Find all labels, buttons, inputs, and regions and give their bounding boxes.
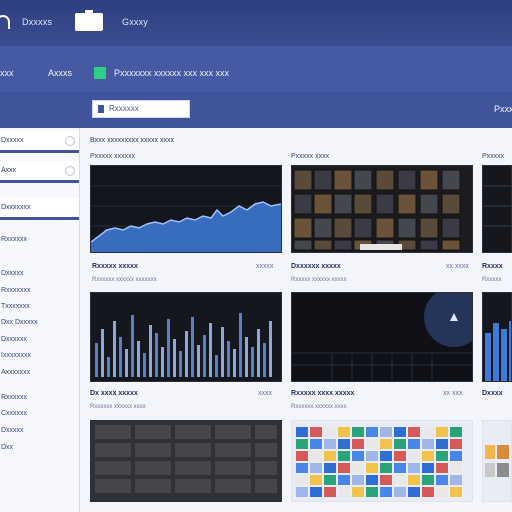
card-meta: xx xxx — [443, 390, 463, 397]
card-meta: xxxx — [258, 390, 272, 397]
heatmap-partial — [483, 421, 511, 501]
table-thumbnail — [91, 421, 281, 501]
chart-panel-bars[interactable] — [90, 292, 282, 382]
partial-thumbnail — [483, 166, 511, 252]
search-field[interactable]: Rxxxxxx — [92, 100, 190, 118]
sidebar-link[interactable]: Rxxxxxx — [1, 394, 27, 401]
sidebar-item-1[interactable]: Dxxxxx — [0, 131, 79, 153]
app-header: Dxxxxs Gxxxy — [0, 0, 512, 46]
card-title: Rxxxx — [482, 263, 503, 270]
heatmap-thumbnail — [292, 421, 472, 501]
card-label: Pxxxxx xxxxxx — [90, 153, 136, 160]
card-title: Rxxxxx xxxx xxxxx — [291, 390, 355, 397]
navigation-bar: xxx Axxxs Pxxxxxxx xxxxxx xxx xxx xxx — [0, 46, 512, 92]
card-subtitle: Rxxxxxx xxxxxx xxxx — [90, 404, 146, 410]
sidebar-link[interactable]: Rxxxxxx — [1, 236, 27, 243]
sidebar-item-3[interactable]: Dxxxxxxx — [0, 198, 79, 220]
card-title: Dxxxx — [482, 390, 503, 397]
status-square-icon — [94, 67, 106, 79]
toolbar — [0, 92, 512, 128]
header-nav-item-1[interactable]: Dxxxxs — [22, 17, 52, 27]
card-title: Dxxxxxx xxxxx — [291, 263, 341, 270]
chart-panel-grid[interactable] — [291, 165, 473, 253]
sidebar-item-label: Dxxxxx — [1, 137, 24, 144]
section-header: Bxxx xxxxxxxxx xxxxx xxxx — [90, 137, 175, 144]
sidebar-link[interactable]: Ixxxxxxxx — [1, 352, 31, 359]
chart-panel-partial-bars[interactable] — [482, 292, 512, 382]
card-subtitle: Rxxxxxx xxxxxx xxxx — [291, 404, 347, 410]
sidebar-item-label: Axxx — [1, 167, 17, 174]
grid-thumbnail — [292, 166, 472, 252]
radio-toggle[interactable] — [65, 166, 75, 176]
bar-chart — [91, 293, 281, 381]
sidebar-link[interactable]: Dxxxxx — [1, 270, 24, 277]
card-subtitle: Rxxxxx — [482, 277, 502, 283]
card-title: Dx xxxx xxxxx — [90, 390, 138, 397]
chart-panel-partial[interactable] — [482, 165, 512, 253]
radio-toggle[interactable] — [65, 136, 75, 146]
card-label: Pxxxxx xxxx — [291, 153, 330, 160]
sidebar-link[interactable]: Axxxxxxx — [1, 369, 30, 376]
area-chart — [91, 166, 281, 252]
sidebar-item-label: Dxxxxxxx — [1, 204, 31, 211]
toolbar-right-label[interactable]: Pxxx — [494, 104, 512, 114]
nav-item-label[interactable]: Axxxs — [48, 68, 72, 78]
library-icon[interactable] — [75, 10, 103, 31]
sidebar-link[interactable]: Dxx Dxxxxx — [1, 319, 38, 326]
card-subtitle: Rxxxxxx xxxxxx xxxxxxx — [92, 277, 157, 283]
heatmap-panel-partial[interactable] — [482, 420, 512, 502]
card-meta: xxxxx — [256, 263, 274, 270]
app-logo-icon[interactable] — [0, 15, 10, 29]
chart-panel-dark[interactable] — [291, 292, 473, 382]
sidebar-link[interactable]: Dxxxxx — [1, 427, 24, 434]
header-nav-item-2[interactable]: Gxxxy — [122, 17, 148, 27]
document-icon — [98, 105, 104, 113]
chart-panel-area[interactable] — [90, 165, 282, 253]
nav-left-label[interactable]: xxx — [0, 68, 14, 78]
dark-grid-chart — [292, 293, 472, 381]
sidebar-link[interactable]: Dxxxxxx — [1, 336, 27, 343]
sidebar-link[interactable]: Cxxxxxx — [1, 410, 27, 417]
nav-title: Pxxxxxxx xxxxxx xxx xxx xxx — [114, 68, 230, 78]
card-title: Rxxxxx xxxxx — [92, 263, 138, 270]
sidebar-link[interactable]: Dxx — [1, 444, 13, 451]
table-panel[interactable] — [90, 420, 282, 502]
card-subtitle: Rxxxxx xxxxxx xxxxx — [291, 277, 347, 283]
card-meta: xx xxxx — [446, 263, 469, 270]
sidebar-link[interactable]: Txxxxxxx — [1, 303, 30, 310]
search-field-label: Rxxxxxx — [109, 104, 139, 113]
partial-bar-chart — [483, 293, 511, 381]
sidebar-link[interactable]: Rxxxxxxx — [1, 287, 31, 294]
card-label: Pxxxxx — [482, 153, 505, 160]
heatmap-panel[interactable] — [291, 420, 473, 502]
sidebar-item-2[interactable]: Axxx — [0, 161, 79, 183]
